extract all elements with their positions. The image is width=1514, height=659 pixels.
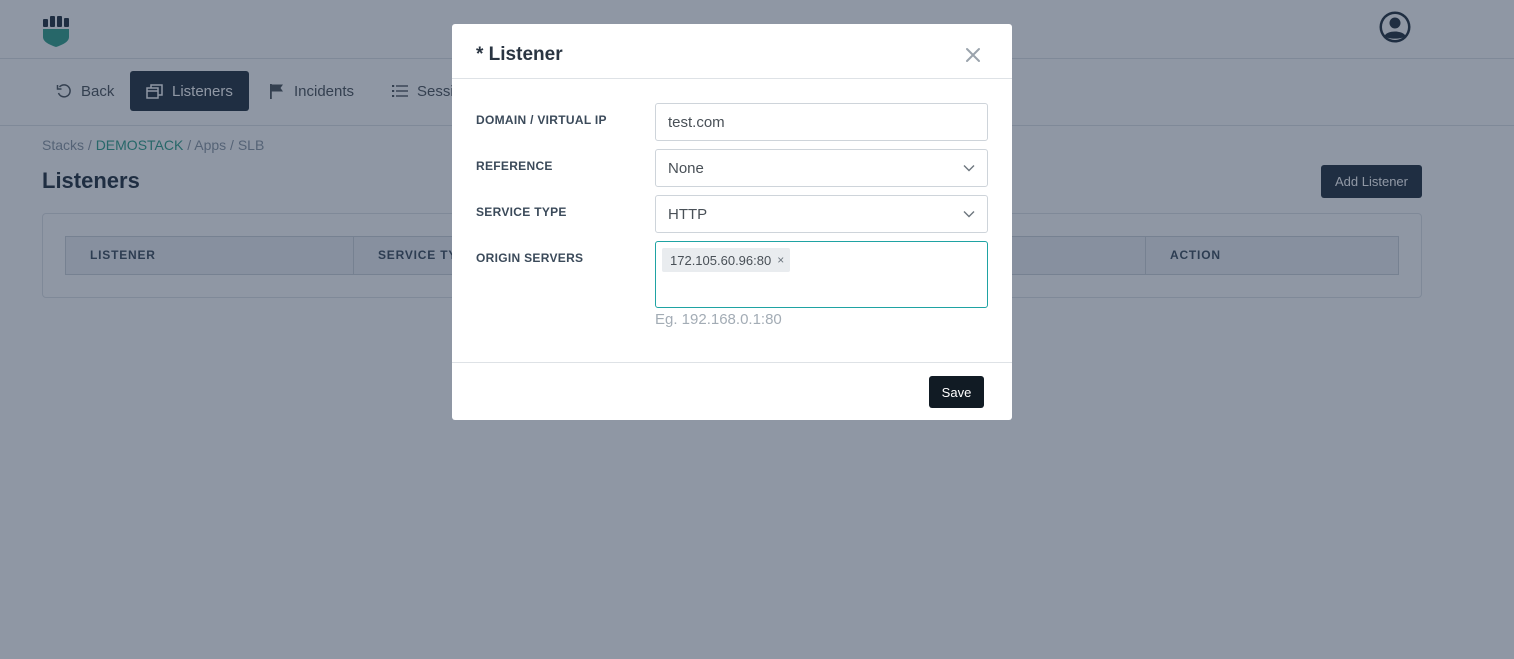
service-type-select[interactable]: HTTP xyxy=(655,195,988,233)
service-type-select-value: HTTP xyxy=(668,205,708,223)
reference-label: REFERENCE xyxy=(476,159,553,173)
reference-select[interactable]: None xyxy=(655,149,988,187)
listener-modal: * Listener DOMAIN / VIRTUAL IP REFERENCE… xyxy=(452,24,1012,420)
modal-title: * Listener xyxy=(476,44,563,65)
origin-servers-help-text: Eg. 192.168.0.1:80 xyxy=(655,311,782,328)
domain-input[interactable] xyxy=(655,103,988,141)
origin-server-tag: 172.105.60.96:80 × xyxy=(662,248,791,272)
origin-servers-label: ORIGIN SERVERS xyxy=(476,251,584,265)
chevron-down-icon xyxy=(963,211,975,218)
tag-remove-icon[interactable]: × xyxy=(777,253,784,267)
reference-select-value: None xyxy=(668,159,704,177)
service-type-label: SERVICE TYPE xyxy=(476,205,567,219)
origin-server-tag-text: 172.105.60.96:80 xyxy=(670,252,772,268)
save-button[interactable]: Save xyxy=(929,376,984,408)
close-button[interactable] xyxy=(962,44,984,66)
modal-header: * Listener xyxy=(452,24,1012,79)
chevron-down-icon xyxy=(963,165,975,172)
close-icon xyxy=(966,48,980,62)
modal-footer: Save xyxy=(452,362,1012,421)
domain-label: DOMAIN / VIRTUAL IP xyxy=(476,113,607,127)
origin-servers-tag-input[interactable]: 172.105.60.96:80 × xyxy=(655,241,988,308)
